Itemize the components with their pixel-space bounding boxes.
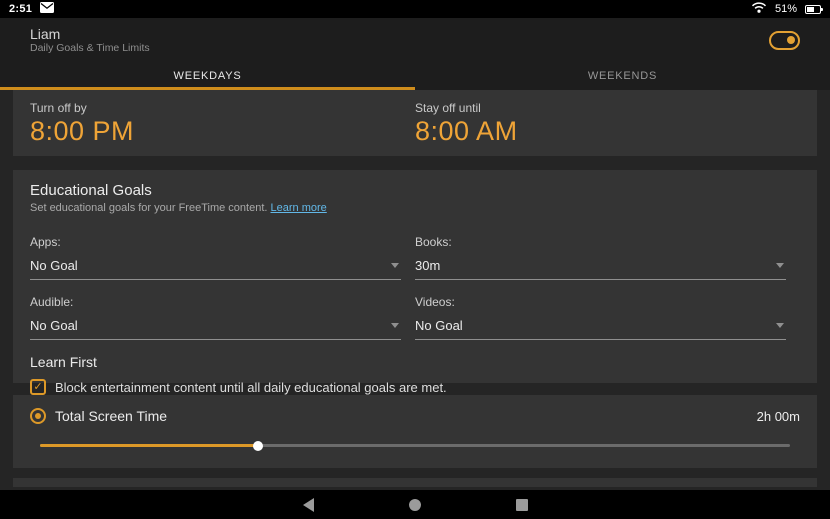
apps-goal-value: No Goal (30, 258, 78, 273)
audible-goal-value: No Goal (30, 318, 78, 333)
fire-tablet-screen: 2:51 51% Liam Daily Goals & Time Limits … (0, 0, 830, 519)
header-text: Liam Daily Goals & Time Limits (30, 26, 150, 55)
curfew-card: Turn off by 8:00 PM Stay off until 8:00 … (13, 90, 817, 156)
chevron-down-icon (776, 263, 784, 268)
stay-off-until-label: Stay off until (415, 101, 481, 115)
back-button[interactable] (302, 497, 314, 512)
home-button[interactable] (408, 498, 421, 511)
toggle-knob-icon (787, 36, 795, 44)
header: Liam Daily Goals & Time Limits (0, 18, 830, 62)
turn-off-by-setting[interactable]: Turn off by 8:00 PM (30, 101, 415, 156)
turn-off-by-time: 8:00 PM (30, 116, 135, 146)
videos-goal-dropdown[interactable]: No Goal (415, 318, 786, 340)
chevron-down-icon (391, 323, 399, 328)
turn-off-by-label: Turn off by (30, 101, 87, 115)
screen-time-slider[interactable] (40, 440, 790, 451)
recents-button[interactable] (515, 498, 528, 511)
learn-first-checkbox[interactable]: ✓ (30, 379, 46, 395)
learn-first-checkbox-label: Block entertainment content until all da… (55, 379, 447, 395)
profile-name: Liam (30, 25, 61, 42)
learn-more-link[interactable]: Learn more (271, 202, 327, 214)
radio-dot-icon (35, 413, 41, 419)
next-card-partial (13, 478, 817, 487)
total-screen-time-card: Total Screen Time 2h 00m (13, 395, 817, 468)
apps-goal-dropdown[interactable]: No Goal (30, 258, 401, 280)
battery-fill (807, 6, 814, 12)
apps-label: Apps: (30, 235, 61, 249)
total-screen-time-label: Total Screen Time (55, 408, 168, 424)
total-screen-time-value: 2h 00m (756, 408, 800, 424)
educational-goals-card: Educational Goals Set educational goals … (13, 170, 817, 395)
page-title: Daily Goals & Time Limits (30, 41, 150, 54)
wifi-icon (751, 0, 767, 18)
tab-weekends-label: WEEKENDS (587, 70, 658, 82)
goal-field-books: Books: 30m (415, 220, 786, 280)
tab-weekdays-label: WEEKDAYS (173, 70, 242, 82)
status-bar-right: 51% (751, 0, 823, 18)
tab-weekdays[interactable]: WEEKDAYS (0, 62, 415, 90)
slider-fill (40, 444, 258, 447)
books-label: Books: (415, 235, 452, 249)
stay-off-until-setting[interactable]: Stay off until 8:00 AM (415, 101, 800, 156)
active-tab-indicator (0, 87, 415, 90)
total-screen-time-radio[interactable] (30, 408, 46, 424)
educational-goals-subtitle: Set educational goals for your FreeTime … (30, 202, 800, 214)
videos-goal-value: No Goal (415, 318, 463, 333)
stay-off-until-time: 8:00 AM (415, 116, 518, 146)
learn-first-title: Learn First (30, 354, 97, 370)
battery-percent: 51% (774, 3, 797, 15)
navigation-bar (0, 490, 830, 519)
content-area: Turn off by 8:00 PM Stay off until 8:00 … (0, 90, 830, 490)
chevron-down-icon (776, 323, 784, 328)
educational-goals-subtitle-text: Set educational goals for your FreeTime … (30, 202, 268, 214)
clock: 2:51 (9, 3, 33, 15)
checkmark-icon: ✓ (33, 380, 43, 393)
total-screen-time-row: Total Screen Time 2h 00m (30, 408, 800, 424)
battery-icon (805, 4, 823, 14)
chevron-down-icon (391, 263, 399, 268)
status-bar: 2:51 51% (0, 0, 830, 18)
goal-fields-grid: Apps: No Goal Books: 30m Audible: No Goa… (30, 220, 800, 340)
goal-field-videos: Videos: No Goal (415, 280, 786, 340)
books-goal-value: 30m (415, 258, 441, 273)
slider-thumb[interactable] (252, 440, 263, 451)
mail-notification-icon (40, 0, 55, 18)
status-bar-left: 2:51 (9, 0, 55, 18)
educational-goals-title: Educational Goals (30, 182, 152, 199)
daily-goals-toggle[interactable] (769, 30, 800, 50)
learn-first-row: ✓ Block entertainment content until all … (30, 379, 800, 395)
tab-bar: WEEKDAYS WEEKENDS (0, 62, 830, 90)
goal-field-apps: Apps: No Goal (30, 220, 401, 280)
audible-label: Audible: (30, 295, 74, 309)
books-goal-dropdown[interactable]: 30m (415, 258, 786, 280)
audible-goal-dropdown[interactable]: No Goal (30, 318, 401, 340)
tab-weekends[interactable]: WEEKENDS (415, 62, 830, 90)
goal-field-audible: Audible: No Goal (30, 280, 401, 340)
videos-label: Videos: (415, 295, 455, 309)
